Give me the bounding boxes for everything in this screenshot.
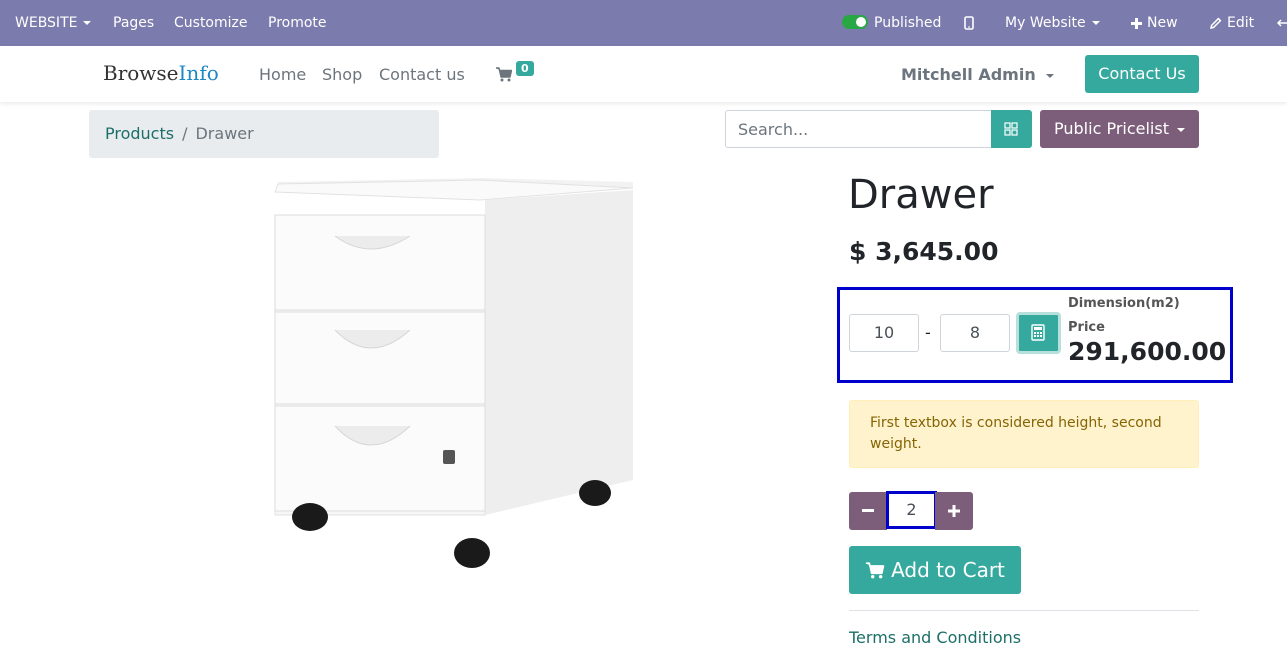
minus-icon <box>862 509 874 512</box>
calculate-button[interactable] <box>1016 312 1061 354</box>
nav-home[interactable]: Home <box>259 65 306 84</box>
add-to-cart-button[interactable]: Add to Cart <box>849 546 1021 594</box>
user-name: Mitchell Admin <box>901 65 1036 84</box>
computed-price-label: Price <box>1068 320 1105 335</box>
dimension-height-input[interactable]: 10 <box>849 314 919 352</box>
published-toggle[interactable]: Published <box>842 0 941 46</box>
quantity-decrease-button[interactable] <box>849 492 887 530</box>
admin-bar: WEBSITE Pages Customize Promote Publishe… <box>0 0 1287 46</box>
brand-logo[interactable]: BrowseInfo <box>103 61 219 85</box>
plus-icon <box>948 505 960 517</box>
search-button[interactable] <box>991 110 1032 148</box>
published-label: Published <box>874 15 942 31</box>
pages-menu[interactable]: Pages <box>113 0 154 46</box>
website-menu[interactable]: WEBSITE <box>15 0 92 46</box>
pencil-icon <box>1209 17 1222 30</box>
website-menu-label: WEBSITE <box>15 15 78 31</box>
promote-menu[interactable]: Promote <box>268 0 327 46</box>
user-menu[interactable]: Mitchell Admin <box>901 65 1054 84</box>
breadcrumb-separator: / <box>182 124 188 143</box>
terms-and-conditions-link[interactable]: Terms and Conditions <box>849 628 1021 647</box>
pricelist-label: Public Pricelist <box>1054 119 1169 138</box>
new-button[interactable]: New <box>1131 0 1178 46</box>
plus-icon <box>1131 17 1142 29</box>
cart-link[interactable] <box>496 67 513 86</box>
my-website-label: My Website <box>1005 15 1086 31</box>
breadcrumb-products-link[interactable]: Products <box>105 124 174 143</box>
nav-shop[interactable]: Shop <box>322 65 362 84</box>
add-to-cart-label: Add to Cart <box>891 558 1005 582</box>
chevron-down-icon <box>83 21 92 25</box>
my-website-menu[interactable]: My Website <box>1005 0 1100 46</box>
cart-icon <box>866 562 885 579</box>
search-input[interactable] <box>725 110 992 148</box>
grid-icon <box>1004 122 1018 136</box>
product-title: Drawer <box>848 172 994 218</box>
cart-icon <box>496 67 513 82</box>
product-image <box>274 178 634 568</box>
dimension-note-alert: First textbox is considered height, seco… <box>849 400 1199 468</box>
customize-menu[interactable]: Customize <box>174 0 248 46</box>
pricelist-dropdown[interactable]: Public Pricelist <box>1040 110 1199 148</box>
dimension-separator: - <box>925 323 931 342</box>
chevron-down-icon <box>1045 73 1054 78</box>
arrow-left-icon <box>1276 19 1287 27</box>
product-price: $ 3,645.00 <box>849 237 999 266</box>
chevron-down-icon <box>1176 127 1185 132</box>
brand-text-part2: Info <box>178 61 219 85</box>
new-label: New <box>1147 15 1178 31</box>
brand-text-part1: Browse <box>103 61 179 85</box>
site-header: BrowseInfo Home Shop Contact us 0 Mitche… <box>0 46 1287 102</box>
chevron-down-icon <box>1091 21 1100 25</box>
edit-label: Edit <box>1227 15 1255 31</box>
computed-price-value: 291,600.00 <box>1068 337 1227 366</box>
dimension-label: Dimension(m2) <box>1068 296 1180 311</box>
dimension-weight-input[interactable]: 8 <box>940 314 1010 352</box>
scroll-left-arrow[interactable] <box>1276 0 1287 46</box>
cart-count-badge: 0 <box>516 61 534 76</box>
toggle-switch-icon <box>842 15 868 29</box>
quantity-increase-button[interactable] <box>935 492 973 530</box>
mobile-icon <box>964 16 974 30</box>
mobile-preview-button[interactable] <box>964 0 974 46</box>
quantity-input[interactable]: 2 <box>886 491 937 529</box>
nav-contact-us[interactable]: Contact us <box>379 65 465 84</box>
calculator-icon <box>1031 324 1045 341</box>
divider <box>849 610 1199 611</box>
breadcrumb: Products / Drawer <box>89 110 439 158</box>
breadcrumb-current: Drawer <box>195 124 254 143</box>
contact-us-button[interactable]: Contact Us <box>1085 55 1199 93</box>
edit-button[interactable]: Edit <box>1209 0 1255 46</box>
